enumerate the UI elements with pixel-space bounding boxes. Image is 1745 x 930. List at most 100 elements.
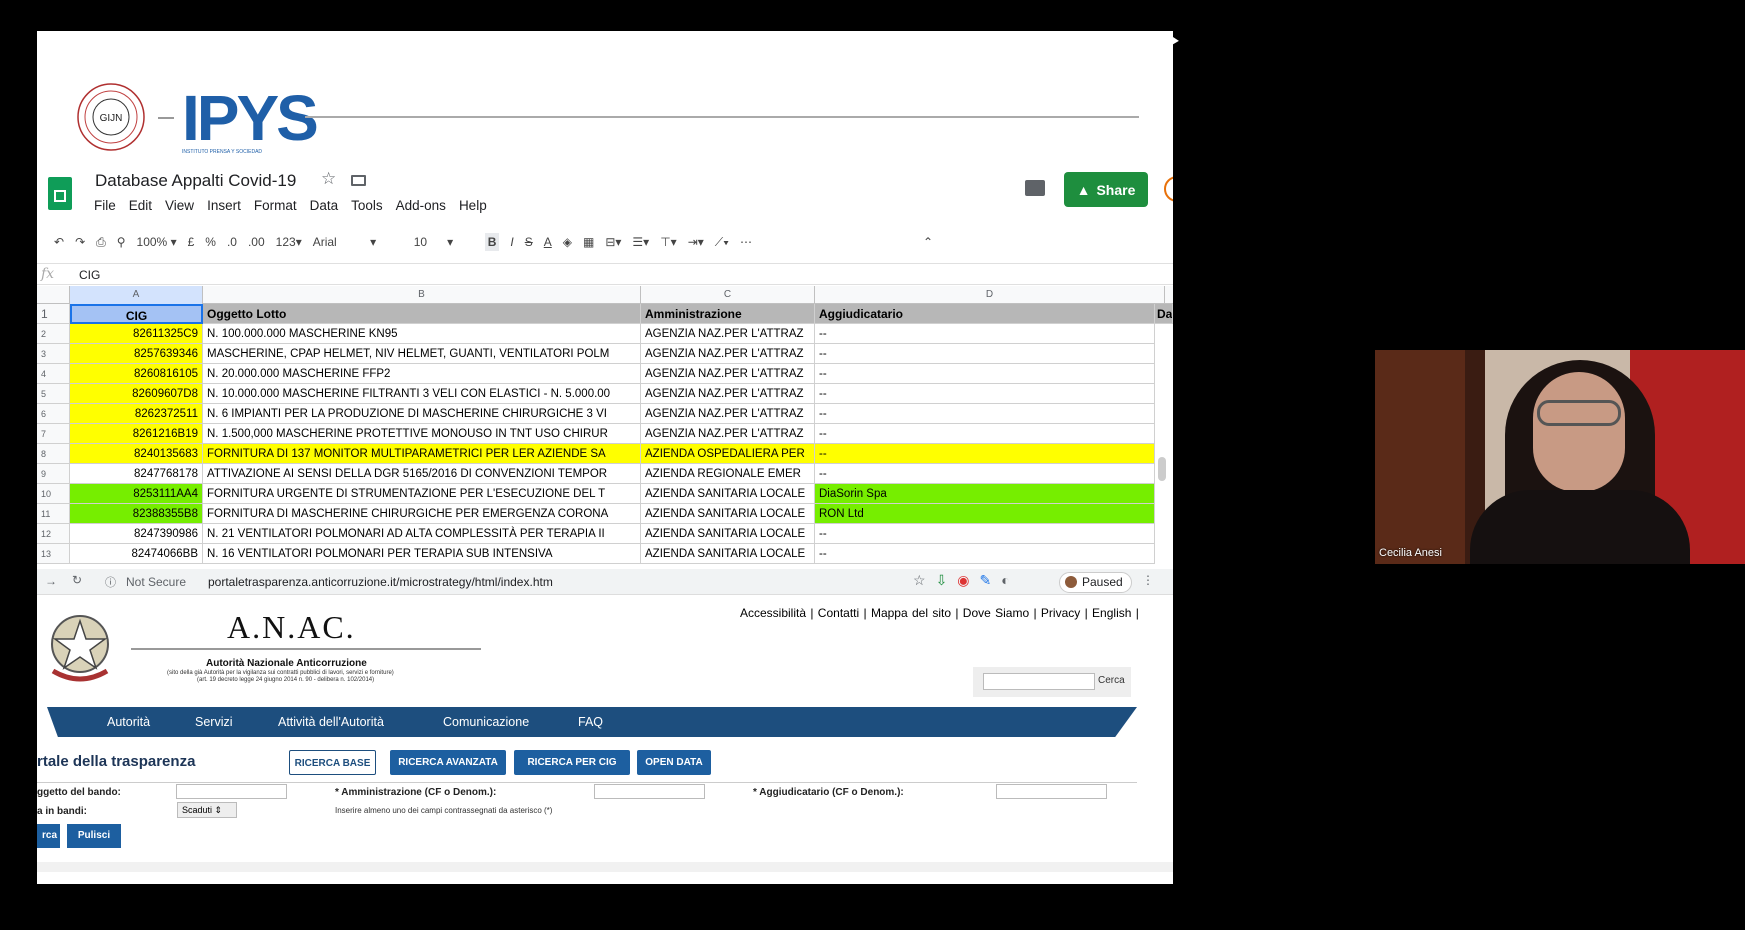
cell-aggiudicatario[interactable]: -- (815, 364, 1155, 384)
cell-amministrazione[interactable]: AGENZIA NAZ.PER L'ATTRAZ (641, 324, 815, 344)
bandi-select[interactable]: Scaduti ⇕ (177, 802, 237, 818)
cell-aggiudicatario[interactable]: -- (815, 544, 1155, 564)
collapse-icon[interactable]: ⌃ (923, 235, 933, 249)
text-color-button[interactable]: A (544, 235, 552, 249)
cell-amministrazione[interactable]: AZIENDA SANITARIA LOCALE (641, 484, 815, 504)
cell-amministrazione[interactable]: AGENZIA NAZ.PER L'ATTRAZ (641, 344, 815, 364)
row-number[interactable]: 2 (37, 324, 70, 344)
valign-icon[interactable]: ⊤▾ (660, 235, 676, 249)
cell-oggetto[interactable]: ATTIVAZIONE AI SENSI DELLA DGR 5165/2016… (203, 464, 641, 484)
menu-help[interactable]: Help (459, 198, 487, 213)
menu-file[interactable]: File (94, 198, 116, 213)
row-number[interactable]: 6 (37, 404, 70, 424)
cell-amministrazione[interactable]: AZIENDA SANITARIA LOCALE (641, 544, 815, 564)
column-header-b[interactable]: B (203, 286, 641, 304)
italic-button[interactable]: I (510, 235, 513, 249)
row-number[interactable]: 13 (37, 544, 70, 564)
cell-amministrazione[interactable]: AGENZIA NAZ.PER L'ATTRAZ (641, 404, 815, 424)
document-title[interactable]: Database Appalti Covid-19 (95, 171, 296, 191)
header-cig[interactable]: CIG (70, 304, 203, 324)
cell-oggetto[interactable]: N. 1.500,000 MASCHERINE PROTETTIVE MONOU… (203, 424, 641, 444)
cell-amministrazione[interactable]: AGENZIA NAZ.PER L'ATTRAZ (641, 424, 815, 444)
cell-amministrazione[interactable]: AZIENDA SANITARIA LOCALE (641, 504, 815, 524)
row-number[interactable]: 3 (37, 344, 70, 364)
avatar[interactable] (1164, 176, 1173, 202)
wrap-icon[interactable]: ⇥▾ (688, 235, 704, 249)
nav-autorita[interactable]: Autorità (107, 715, 195, 729)
redo-icon[interactable]: ↷ (75, 235, 85, 249)
menu-addons[interactable]: Add-ons (396, 198, 446, 213)
column-header-c[interactable]: C (641, 286, 815, 304)
search-button[interactable]: Cerca (1098, 675, 1125, 686)
not-secure-label[interactable]: Not Secure (126, 575, 186, 589)
row-number[interactable]: 9 (37, 464, 70, 484)
row-number[interactable]: 4 (37, 364, 70, 384)
reload-icon[interactable]: ↻ (72, 573, 82, 587)
cell-aggiudicatario[interactable]: -- (815, 404, 1155, 424)
menu-insert[interactable]: Insert (207, 198, 241, 213)
zoom-select[interactable]: 100% ▾ (137, 235, 177, 249)
currency-button[interactable]: £ (188, 235, 195, 249)
cell-oggetto[interactable]: MASCHERINE, CPAP HELMET, NIV HELMET, GUA… (203, 344, 641, 364)
cell-oggetto[interactable]: N. 16 VENTILATORI POLMONARI PER TERAPIA … (203, 544, 641, 564)
cell-cig[interactable]: 8247390986 (70, 524, 203, 544)
url-field[interactable]: portaletrasparenza.anticorruzione.it/mic… (208, 575, 553, 589)
nav-attivita[interactable]: Attività dell'Autorità (278, 715, 443, 729)
menu-format[interactable]: Format (254, 198, 297, 213)
cell-cig[interactable]: 8262372511 (70, 404, 203, 424)
header-oggetto[interactable]: Oggetto Lotto (203, 304, 641, 324)
cell-cig[interactable]: 82474066BB (70, 544, 203, 564)
cell-cig[interactable]: 82609607D8 (70, 384, 203, 404)
increase-decimal-button[interactable]: .00 (248, 235, 265, 249)
header-next[interactable]: Da (1155, 304, 1173, 324)
cell-aggiudicatario[interactable]: -- (815, 384, 1155, 404)
folder-icon[interactable] (351, 175, 366, 186)
row-number[interactable]: 5 (37, 384, 70, 404)
download-icon[interactable]: ⇩ (936, 572, 948, 589)
amministrazione-input[interactable] (594, 784, 705, 799)
cell-amministrazione[interactable]: AZIENDA OSPEDALIERA PER (641, 444, 815, 464)
row-number[interactable]: 1 (37, 304, 70, 324)
cell-oggetto[interactable]: FORNITURA DI MASCHERINE CHIRURGICHE PER … (203, 504, 641, 524)
cell-cig[interactable]: 8260816105 (70, 364, 203, 384)
cell-amministrazione[interactable]: AGENZIA NAZ.PER L'ATTRAZ (641, 364, 815, 384)
top-links[interactable]: Accessibilità | Contatti | Mappa del sit… (740, 606, 1139, 620)
rotate-icon[interactable]: ⟋▾ (715, 235, 729, 250)
column-header-a[interactable]: A (70, 286, 203, 304)
nav-faq[interactable]: FAQ (578, 715, 618, 729)
cell-aggiudicatario[interactable]: DiaSorin Spa (815, 484, 1155, 504)
row-number[interactable]: 12 (37, 524, 70, 544)
bold-button[interactable]: B (484, 233, 500, 251)
decrease-decimal-button[interactable]: .0 (227, 235, 237, 249)
bookmark-star-icon[interactable]: ☆ (913, 572, 926, 589)
menu-edit[interactable]: Edit (129, 198, 152, 213)
nav-comunicazione[interactable]: Comunicazione (443, 715, 578, 729)
header-amministrazione[interactable]: Amministrazione (641, 304, 815, 324)
borders-icon[interactable]: ▦ (583, 235, 594, 249)
ricerca-cig-button[interactable]: RICERCA PER CIG (514, 750, 630, 775)
cell-oggetto[interactable]: N. 100.000.000 MASCHERINE KN95 (203, 324, 641, 344)
more-formats-select[interactable]: 123▾ (276, 235, 302, 249)
row-number[interactable]: 8 (37, 444, 70, 464)
share-button[interactable]: ▲ Share (1064, 172, 1148, 207)
header-aggiudicatario[interactable]: Aggiudicatario (815, 304, 1155, 324)
cell-cig[interactable]: 8247768178 (70, 464, 203, 484)
fill-color-icon[interactable]: ◈ (563, 235, 572, 249)
cell-aggiudicatario[interactable]: -- (815, 444, 1155, 464)
cell-cig[interactable]: 8257639346 (70, 344, 203, 364)
merge-icon[interactable]: ⊟▾ (605, 235, 621, 249)
cell-aggiudicatario[interactable]: -- (815, 324, 1155, 344)
formula-input[interactable]: CIG (79, 268, 100, 282)
cell-aggiudicatario[interactable]: -- (815, 424, 1155, 444)
align-icon[interactable]: ☰▾ (632, 235, 649, 249)
row-number[interactable]: 7 (37, 424, 70, 444)
cell-oggetto[interactable]: N. 6 IMPIANTI PER LA PRODUZIONE DI MASCH… (203, 404, 641, 424)
cerca-button[interactable]: rca (37, 824, 60, 848)
cell-aggiudicatario[interactable]: -- (815, 464, 1155, 484)
open-data-button[interactable]: OPEN DATA (637, 750, 711, 775)
feather-icon[interactable]: ✎ (980, 572, 992, 589)
more-icon[interactable]: ⋯ (740, 235, 752, 249)
info-icon[interactable]: ⓘ (105, 574, 116, 590)
cell-oggetto[interactable]: N. 20.000.000 MASCHERINE FFP2 (203, 364, 641, 384)
cell-amministrazione[interactable]: AZIENDA REGIONALE EMER (641, 464, 815, 484)
